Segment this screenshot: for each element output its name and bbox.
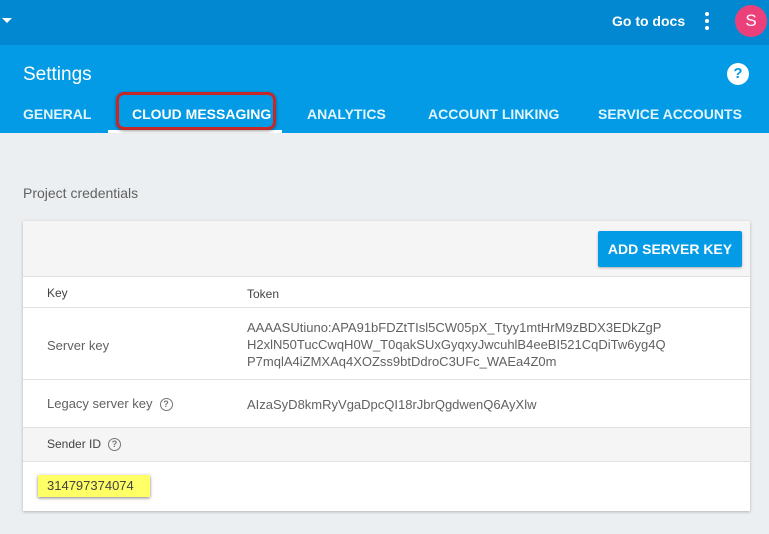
sender-id-label: Sender ID xyxy=(47,437,102,451)
more-vert-icon[interactable] xyxy=(704,12,710,32)
column-header-key: Key xyxy=(47,286,68,300)
settings-tabs: GENERAL CLOUD MESSAGING ANALYTICS ACCOUN… xyxy=(0,92,769,133)
legacy-key-token[interactable]: AIzaSyD8kmRyVgaDpcQI18rJbrQgdwenQ6AyXlw xyxy=(247,396,537,413)
page-title: Settings xyxy=(23,64,92,85)
credentials-card: ADD SERVER KEY Key Token Server key AAAA… xyxy=(23,221,750,511)
dropdown-arrow-icon[interactable] xyxy=(2,18,12,23)
tab-account-linking[interactable]: ACCOUNT LINKING xyxy=(428,106,559,122)
row-key-label: Server key xyxy=(47,338,110,353)
sender-id-value[interactable]: 314797374074 xyxy=(38,475,150,497)
sender-id-row: Sender ID? xyxy=(23,428,750,462)
sender-id-label-wrap: Sender ID? xyxy=(47,437,122,452)
add-server-key-button[interactable]: ADD SERVER KEY xyxy=(598,231,742,267)
table-header: Key Token xyxy=(23,278,750,308)
tab-service-accounts[interactable]: SERVICE ACCOUNTS xyxy=(598,106,742,122)
tab-analytics[interactable]: ANALYTICS xyxy=(307,106,386,122)
help-circle-icon[interactable]: ? xyxy=(727,63,749,85)
server-key-token[interactable]: AAAASUtiuno:APA91bFDZtTIsl5CW05pX_Ttyy1m… xyxy=(247,319,667,370)
row-key-label-wrap: Legacy server key? xyxy=(47,396,173,412)
avatar[interactable]: S xyxy=(735,5,767,37)
question-icon[interactable]: ? xyxy=(108,438,122,452)
active-tab-indicator xyxy=(108,130,282,133)
annotation-highlight-box xyxy=(116,92,276,130)
question-icon[interactable]: ? xyxy=(159,398,173,412)
table-row: Legacy server key? AIzaSyD8kmRyVgaDpcQI1… xyxy=(23,380,750,428)
tab-general[interactable]: GENERAL xyxy=(23,106,91,122)
settings-header: Settings ? GENERAL CLOUD MESSAGING ANALY… xyxy=(0,45,769,133)
section-title: Project credentials xyxy=(23,185,139,201)
row-key-label: Legacy server key xyxy=(47,396,153,411)
table-row: Server key AAAASUtiuno:APA91bFDZtTIsl5CW… xyxy=(23,308,750,380)
card-toolbar: ADD SERVER KEY xyxy=(23,221,750,277)
go-to-docs-link[interactable]: Go to docs xyxy=(612,13,685,29)
column-header-token: Token xyxy=(247,287,280,301)
top-app-bar: Go to docs S xyxy=(0,0,769,45)
